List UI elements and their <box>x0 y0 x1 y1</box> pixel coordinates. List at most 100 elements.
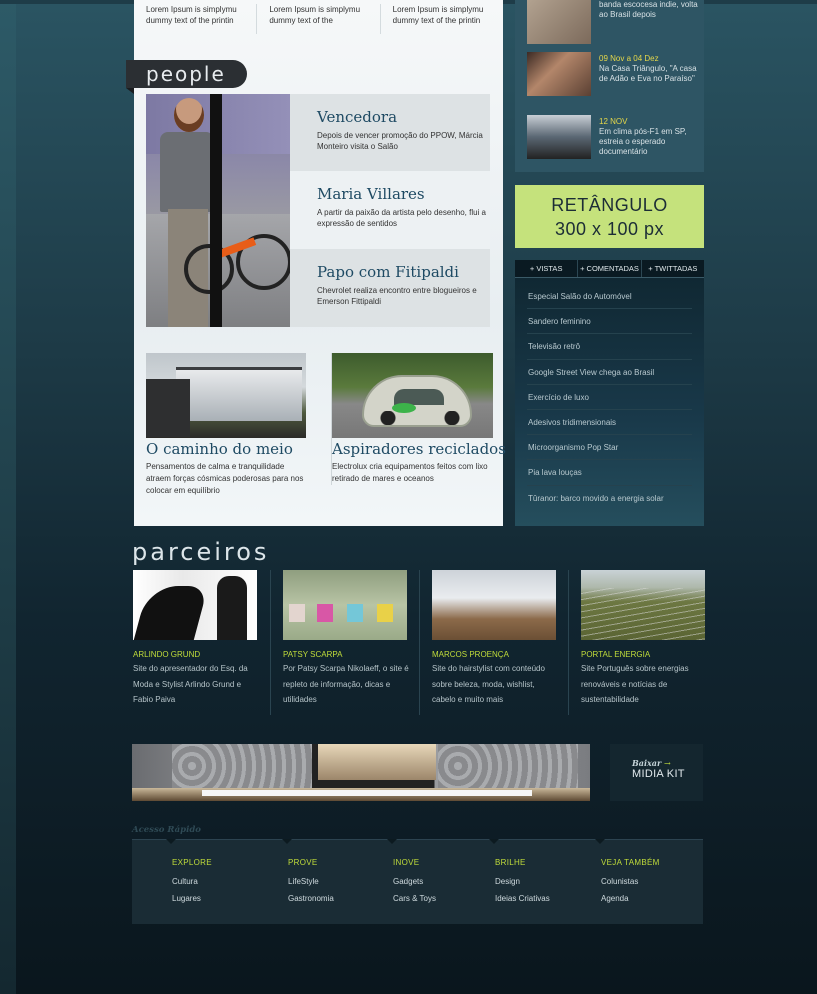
news-item[interactable]: 12 NOV Em clima pós-F1 em SP, estreia o … <box>527 115 699 163</box>
list-item[interactable]: Sandero feminino <box>527 309 692 335</box>
list-item[interactable]: Google Street View chega ao Brasil <box>527 360 692 385</box>
col-link[interactable]: Agenda <box>601 894 660 903</box>
news-box: banda escocesa indie, volta ao Brasil de… <box>515 0 704 172</box>
col-link[interactable]: Ideias Criativas <box>495 894 550 903</box>
partner-portal-energia[interactable]: PORTAL ENERGIA Site Português sobre ener… <box>581 570 721 708</box>
midia-kit-label: MIDIA KIT <box>632 768 685 780</box>
midia-kit-baixar: Baixar <box>632 758 662 768</box>
list-item[interactable]: Pia lava louças <box>527 460 692 486</box>
image-card <box>289 604 305 622</box>
tab-vistas[interactable]: + VISTAS <box>515 260 579 277</box>
tab-twittadas[interactable]: + TWITTADAS <box>642 260 704 277</box>
partner-divider <box>419 570 420 715</box>
partner-name[interactable]: PATSY SCARPA <box>283 650 423 659</box>
col-link[interactable]: Design <box>495 877 550 886</box>
people-feature-3[interactable]: Papo com Fitipaldi Chevrolet realiza enc… <box>290 249 490 327</box>
col-link[interactable]: Gadgets <box>393 877 436 886</box>
story-caminho-do-meio[interactable]: O caminho do meio Pensamentos de calma e… <box>146 353 306 497</box>
partner-patsy-scarpa[interactable]: PATSY SCARPA Por Patsy Scarpa Nikolaeff,… <box>283 570 423 708</box>
partner-divider <box>270 570 271 715</box>
list-item[interactable]: Especial Salão do Automóvel <box>527 284 692 310</box>
partner-name[interactable]: MARCOS PROENÇA <box>432 650 572 659</box>
story-image[interactable] <box>332 353 493 438</box>
most-popular-tabs: + VISTAS + COMENTADAS + TWITTADAS <box>515 260 704 278</box>
left-edge <box>0 0 16 994</box>
feature-title[interactable]: Papo com Fitipaldi <box>317 263 490 281</box>
news-date: 12 NOV <box>599 117 628 126</box>
partner-name[interactable]: ARLINDO GRUND <box>133 650 273 659</box>
list-item[interactable]: Microorganismo Pop Star <box>527 435 692 461</box>
image-car <box>362 375 472 427</box>
people-feature-1[interactable]: Vencedora Depois de vencer promoção do P… <box>290 94 490 171</box>
news-date: 09 Nov a 04 Dez <box>599 54 659 63</box>
col-link[interactable]: Colunistas <box>601 877 660 886</box>
lorem-text-1[interactable]: Lorem Ipsum is simplymu dummy text of th… <box>134 4 258 34</box>
partner-name[interactable]: PORTAL ENERGIA <box>581 650 721 659</box>
feature-text: A partir da paixão da artista pelo desen… <box>317 208 486 228</box>
col-link[interactable]: Cars & Toys <box>393 894 436 903</box>
list-item[interactable]: Televisão retrô <box>527 334 692 360</box>
col-heading[interactable]: BRILHE <box>495 858 550 867</box>
tab-comentadas[interactable]: + COMENTADAS <box>578 260 642 277</box>
list-item[interactable]: Exercício de luxo <box>527 385 692 410</box>
content-panel: Lorem Ipsum is simplymu dummy text of th… <box>126 0 506 526</box>
col-heading[interactable]: EXPLORE <box>172 858 212 867</box>
story-text: Electrolux cria equipamentos feitos com … <box>332 462 488 483</box>
quick-access-col-inove: INOVE Gadgets Cars & Toys <box>387 839 436 925</box>
partner-image[interactable] <box>432 570 556 640</box>
image-building-dark <box>146 379 190 437</box>
partner-desc: Site do hairstylist com conteúdo sobre b… <box>432 664 545 704</box>
quick-access-col-brilhe: BRILHE Design Ideias Criativas <box>489 839 550 925</box>
news-text[interactable]: Na Casa Triângulo, "A casa de Adão e Eva… <box>599 64 703 84</box>
feature-title[interactable]: Maria Villares <box>317 185 490 203</box>
feature-text: Depois de vencer promoção do PPOW, Márci… <box>317 131 483 151</box>
most-popular-list: Especial Salão do Automóvel Sandero femi… <box>515 284 704 511</box>
story-aspiradores[interactable]: Aspiradores reciclados Electrolux cria e… <box>331 353 506 485</box>
image-leaf <box>392 403 416 413</box>
partner-divider <box>568 570 569 715</box>
partner-marcos-proenca[interactable]: MARCOS PROENÇA Site do hairstylist com c… <box>432 570 572 708</box>
feature-text: Chevrolet realiza encontro entre bloguei… <box>317 286 477 306</box>
col-link[interactable]: Gastronomia <box>288 894 334 903</box>
partner-image[interactable] <box>581 570 705 640</box>
news-text[interactable]: banda escocesa indie, volta ao Brasil de… <box>599 0 703 20</box>
midia-kit-button[interactable]: Baixar → MIDIA KIT <box>610 744 703 801</box>
story-image[interactable] <box>146 353 306 438</box>
banner-kitchen <box>318 744 436 780</box>
col-heading[interactable]: INOVE <box>393 858 436 867</box>
story-title[interactable]: O caminho do meio <box>146 440 306 458</box>
news-text[interactable]: Em clima pós-F1 em SP, estreia o esperad… <box>599 127 703 157</box>
news-item[interactable]: banda escocesa indie, volta ao Brasil de… <box>527 0 699 48</box>
partner-image[interactable] <box>283 570 407 640</box>
midia-kit-small: Baixar → <box>632 758 703 768</box>
partner-image[interactable] <box>133 570 257 640</box>
news-thumbnail[interactable] <box>527 0 591 44</box>
news-thumbnail[interactable] <box>527 115 591 159</box>
list-item[interactable]: Tûranor: barco movido a energia solar <box>527 486 692 511</box>
col-heading[interactable]: PROVE <box>288 858 334 867</box>
col-heading[interactable]: VEJA TAMBÉM <box>601 858 660 867</box>
news-item[interactable]: 09 Nov a 04 Dez Na Casa Triângulo, "A ca… <box>527 52 699 100</box>
col-link[interactable]: Lugares <box>172 894 212 903</box>
restaurant-banner[interactable] <box>132 744 590 801</box>
photo-pole <box>210 94 222 327</box>
lorem-text-2[interactable]: Lorem Ipsum is simplymu dummy text of th… <box>257 4 381 34</box>
col-link[interactable]: LifeStyle <box>288 877 334 886</box>
partner-arlindo-grund[interactable]: ARLINDO GRUND Site do apresentador do Es… <box>133 570 273 708</box>
most-popular-box: + VISTAS + COMENTADAS + TWITTADAS Especi… <box>515 260 704 526</box>
quick-access-col-explore: EXPLORE Cultura Lugares <box>166 839 212 925</box>
partner-desc: Site Português sobre energias renováveis… <box>581 664 689 704</box>
parceiros-section-title: parceiros <box>132 538 270 566</box>
story-text: Pensamentos de calma e tranquilidade atr… <box>146 462 304 495</box>
ad-line-2: 300 x 100 px <box>554 219 665 239</box>
partner-desc: Por Patsy Scarpa Nikolaeff, o site é rep… <box>283 664 409 704</box>
news-thumbnail[interactable] <box>527 52 591 96</box>
people-photo[interactable] <box>146 94 290 327</box>
list-item[interactable]: Adesivos tridimensionais <box>527 410 692 436</box>
lorem-text-3[interactable]: Lorem Ipsum is simplymu dummy text of th… <box>381 4 503 34</box>
ad-rectangle[interactable]: RETÂNGULO 300 x 100 px <box>515 185 704 248</box>
story-title[interactable]: Aspiradores reciclados <box>332 440 506 458</box>
people-feature-2[interactable]: Maria Villares A partir da paixão da art… <box>290 171 490 249</box>
feature-title[interactable]: Vencedora <box>317 108 490 126</box>
col-link[interactable]: Cultura <box>172 877 212 886</box>
